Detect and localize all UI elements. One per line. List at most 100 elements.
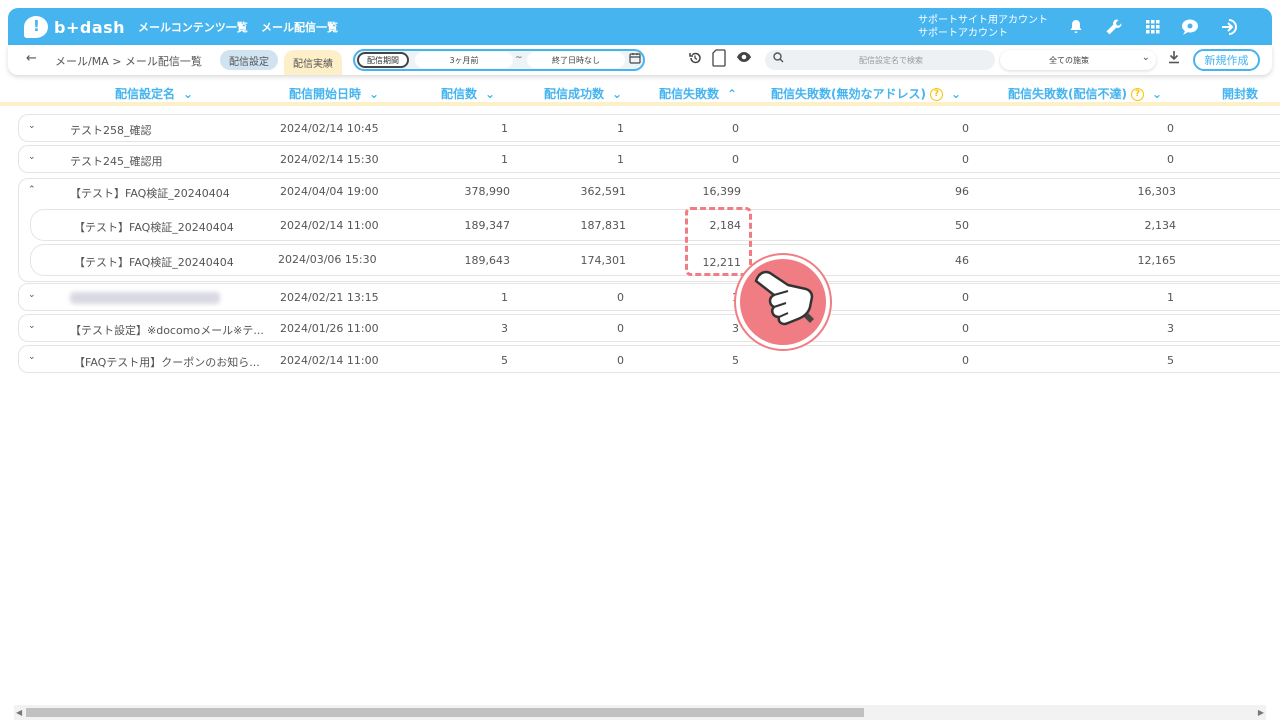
document-icon[interactable] [712, 49, 726, 71]
cell-count: 189,643 [464, 254, 511, 267]
period-from-select[interactable]: 3ヶ月前 [415, 52, 513, 68]
apps-grid-icon[interactable] [1143, 17, 1163, 37]
cell-start: 2024/02/14 11:00 [280, 354, 379, 367]
col-header-start[interactable]: 配信開始日時 ⌄ [289, 85, 379, 102]
period-separator: ~ [515, 53, 523, 63]
cell-start: 2024/02/14 11:00 [280, 219, 379, 232]
cell-failed-undelivered: 0 [1167, 153, 1174, 166]
tab-delivery-results[interactable]: 配信実績 [284, 50, 342, 75]
expand-chevron-icon[interactable]: ⌄ [28, 352, 36, 362]
col-header-start-label: 配信開始日時 [289, 87, 362, 101]
horizontal-scrollbar[interactable]: ◀ ▶ [14, 705, 1266, 720]
table-row[interactable] [18, 114, 1280, 142]
search-placeholder: 配信設定名で検索 [859, 56, 923, 65]
cell-failed-invalid: 0 [962, 322, 969, 335]
search-bar[interactable]: 配信設定名で検索 [765, 50, 995, 70]
cell-success: 362,591 [580, 185, 627, 198]
cell-name[interactable]: 【テスト】FAQ検証_20240404 [74, 219, 234, 235]
cell-failed-invalid: 96 [955, 185, 969, 198]
table-row[interactable] [18, 145, 1280, 173]
cell-name[interactable]: 【FAQテスト用】クーポンのお知ら... [74, 354, 260, 370]
cell-failed-invalid: 0 [962, 122, 969, 135]
cell-success: 1 [617, 153, 624, 166]
account-info[interactable]: サポートサイト用アカウント サポートアカウント [918, 14, 1048, 40]
scrollbar-thumb[interactable] [26, 708, 864, 717]
col-header-count[interactable]: 配信数 ⌄ [441, 85, 495, 102]
redacted-name [70, 292, 220, 304]
cell-failed-undelivered: 2,134 [1144, 219, 1177, 232]
chevron-down-icon: ⌄ [1151, 87, 1163, 101]
cell-failed: 3 [732, 322, 739, 335]
logo-text: b+dash [54, 17, 126, 37]
col-header-opens[interactable]: 開封数 [1222, 85, 1258, 102]
expand-chevron-icon[interactable]: ⌄ [28, 121, 36, 131]
campaign-filter-select[interactable]: 全ての施策 ⌄ [1000, 50, 1156, 70]
highlight-dashed-box [685, 207, 752, 276]
cell-failed: 5 [732, 354, 739, 367]
cell-count: 189,347 [464, 219, 511, 232]
col-header-success-label: 配信成功数 [544, 87, 605, 101]
campaign-filter-value: 全ての施策 [1049, 56, 1089, 65]
cell-count: 3 [501, 322, 508, 335]
period-to-select[interactable]: 終了日時なし [527, 52, 625, 68]
cell-failed: 16,399 [702, 185, 742, 198]
cell-name[interactable]: 【テスト設定】※docomoメール※テ... [70, 322, 264, 338]
cell-count: 5 [501, 354, 508, 367]
expand-chevron-icon[interactable]: ⌄ [28, 152, 36, 162]
calendar-icon[interactable] [629, 52, 641, 67]
expand-chevron-icon[interactable]: ⌄ [28, 290, 36, 300]
bell-icon[interactable] [1066, 17, 1086, 37]
expand-chevron-icon[interactable]: ⌄ [28, 321, 36, 331]
col-header-name[interactable]: 配信設定名 ⌄ [115, 85, 193, 102]
cell-start: 2024/01/26 11:00 [280, 322, 379, 335]
nav-mail-contents[interactable]: メールコンテンツ一覧 [138, 19, 248, 35]
sub-header: ← メール/MA > メール配信一覧 配信設定 配信実績 配信期間 3ヶ月前 ~… [8, 45, 1272, 75]
cell-success: 0 [617, 291, 624, 304]
history-icon[interactable] [688, 51, 702, 69]
cell-failed-undelivered: 12,165 [1137, 254, 1177, 267]
tab-delivery-settings[interactable]: 配信設定 [220, 50, 278, 70]
eye-icon[interactable] [736, 51, 752, 67]
logout-icon[interactable] [1220, 17, 1240, 37]
help-icon[interactable]: ? [929, 88, 943, 101]
col-header-failed-invalid-label: 配信失敗数(無効なアドレス) [771, 87, 926, 101]
col-header-success[interactable]: 配信成功数 ⌄ [544, 85, 622, 102]
new-create-button[interactable]: 新規作成 [1193, 49, 1260, 71]
download-icon[interactable] [1168, 50, 1180, 68]
cell-failed-undelivered: 3 [1167, 322, 1174, 335]
cell-success: 174,301 [580, 254, 627, 267]
cell-failed-invalid: 50 [955, 219, 969, 232]
app-logo[interactable]: b+dash [24, 15, 125, 39]
col-header-failed-invalid[interactable]: 配信失敗数(無効なアドレス)? ⌄ [771, 85, 961, 102]
help-icon[interactable]: ? [1130, 88, 1144, 101]
collapse-chevron-icon[interactable]: ⌃ [28, 185, 36, 195]
wrench-icon[interactable] [1104, 17, 1124, 37]
col-header-failed-undelivered[interactable]: 配信失敗数(配信不達)? ⌄ [1008, 85, 1162, 102]
cell-name[interactable]: 【テスト】FAQ検証_20240404 [74, 254, 234, 270]
chevron-down-icon: ⌄ [1141, 52, 1150, 63]
cell-failed-undelivered: 1 [1167, 291, 1174, 304]
cell-count: 1 [501, 291, 508, 304]
cell-name[interactable]: テスト258_確認 [70, 122, 152, 138]
support-chat-icon[interactable] [1180, 17, 1200, 37]
cell-failed: 0 [732, 122, 739, 135]
cell-success: 0 [617, 354, 624, 367]
col-header-failed-undelivered-label: 配信失敗数(配信不達) [1008, 87, 1127, 101]
cell-start: 2024/04/04 19:00 [280, 185, 379, 198]
col-header-failed[interactable]: 配信失敗数 ⌃ [659, 85, 737, 102]
chevron-down-icon: ⌄ [950, 87, 962, 101]
logo-icon [24, 16, 48, 38]
account-line-1: サポートサイト用アカウント [918, 15, 1048, 26]
scroll-right-icon[interactable]: ▶ [1258, 708, 1264, 717]
col-header-count-label: 配信数 [441, 87, 478, 101]
cell-failed-undelivered: 16,303 [1137, 185, 1177, 198]
back-arrow-icon[interactable]: ← [26, 51, 37, 66]
cell-name[interactable]: テスト245_確認用 [70, 153, 163, 169]
nav-mail-deliveries[interactable]: メール配信一覧 [261, 19, 338, 35]
scroll-left-icon[interactable]: ◀ [16, 708, 22, 717]
cell-success: 187,831 [580, 219, 627, 232]
cell-start: 2024/03/06 15:30 [278, 253, 377, 266]
cell-name[interactable]: 【テスト】FAQ検証_20240404 [70, 185, 230, 201]
pointing-hand-icon [736, 255, 830, 349]
cell-failed-invalid: 0 [962, 291, 969, 304]
